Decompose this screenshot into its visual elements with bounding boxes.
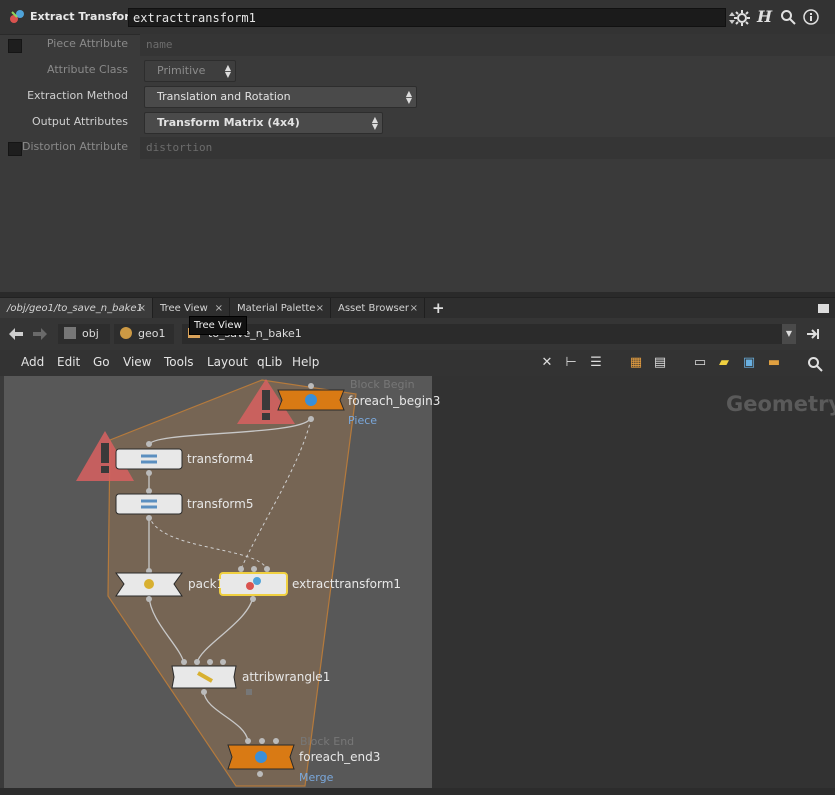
- menu-view[interactable]: View: [123, 355, 151, 369]
- node-sublabel: Merge: [299, 771, 334, 784]
- node-label[interactable]: foreach_end3: [299, 750, 380, 764]
- list-view-icon[interactable]: ☰: [588, 355, 604, 371]
- extraction-method-value: Translation and Rotation: [157, 90, 291, 103]
- node-faded-label: Block Begin: [350, 378, 415, 391]
- attribute-class-dropdown[interactable]: Primitive ▲ ▼: [144, 60, 236, 82]
- bottom-ruler: [0, 788, 835, 795]
- forward-arrow-icon[interactable]: [32, 327, 48, 341]
- obj-context-icon: [64, 327, 76, 339]
- attribute-class-row: Attribute Class Primitive ▲ ▼: [0, 59, 835, 83]
- piece-attribute-label: Piece Attribute: [46, 37, 128, 50]
- tab-network-path[interactable]: /obj/geo1/to_save_n_bake1 ×: [0, 298, 153, 319]
- output-attributes-label: Output Attributes: [31, 115, 128, 128]
- breadcrumb-subnet[interactable]: to_save_n_bake1: [182, 324, 782, 344]
- node-label[interactable]: pack1: [188, 577, 224, 591]
- breadcrumb-geo1[interactable]: geo1: [114, 324, 174, 344]
- piece-attribute-toggle[interactable]: [8, 39, 22, 53]
- menu-edit[interactable]: Edit: [57, 355, 80, 369]
- node-label[interactable]: transform4: [187, 452, 253, 466]
- dropdown-arrows-icon: ▲ ▼: [405, 89, 412, 105]
- node-label[interactable]: transform5: [187, 497, 253, 511]
- menu-go[interactable]: Go: [93, 355, 110, 369]
- breadcrumb-label: geo1: [138, 327, 166, 340]
- info-icon[interactable]: [803, 9, 819, 25]
- houdini-help-icon[interactable]: H: [757, 7, 772, 26]
- tree-layout-icon[interactable]: ⊢: [563, 355, 579, 371]
- output-attributes-dropdown[interactable]: Transform Matrix (4x4) ▲ ▼: [144, 112, 383, 134]
- tab-label: /obj/geo1/to_save_n_bake1: [7, 303, 143, 314]
- search-icon[interactable]: [780, 9, 796, 25]
- color-palette-icon[interactable]: ▦: [628, 355, 644, 371]
- tooltip: Tree View: [189, 316, 247, 335]
- pane-tab-bar: /obj/geo1/to_save_n_bake1 × Tree View × …: [0, 297, 835, 319]
- tab-label: Material Palette: [237, 303, 316, 314]
- node-label[interactable]: extracttransform1: [292, 577, 401, 591]
- close-icon[interactable]: ×: [138, 298, 146, 319]
- menu-add[interactable]: Add: [21, 355, 44, 369]
- tab-label: Tree View: [160, 303, 208, 314]
- asset-icon[interactable]: ▬: [766, 355, 782, 371]
- pin-icon[interactable]: [806, 327, 822, 341]
- node-faded-label: Block End: [300, 735, 355, 748]
- maximize-pane-icon[interactable]: [818, 304, 829, 313]
- menu-tools[interactable]: Tools: [164, 355, 194, 369]
- node-label[interactable]: foreach_begin3: [348, 394, 440, 408]
- path-dropdown-button[interactable]: ▼: [782, 324, 796, 344]
- geo-object-icon: [120, 327, 132, 339]
- close-icon[interactable]: ×: [316, 298, 324, 319]
- attribute-class-value: Primitive: [157, 64, 206, 77]
- background-image-icon[interactable]: ▣: [741, 355, 757, 371]
- node-label[interactable]: attribwrangle1: [242, 670, 330, 684]
- piece-attribute-field[interactable]: name: [140, 34, 835, 56]
- extract-transform-node-icon: [10, 10, 24, 23]
- node-name-input[interactable]: extracttransform1: [128, 8, 726, 27]
- distortion-attribute-label: Distortion Attribute: [22, 140, 128, 153]
- network-menu-bar: Add Edit Go View Tools Layout qLib Help …: [0, 350, 835, 376]
- output-attributes-value: Transform Matrix (4x4): [157, 116, 300, 129]
- node-sublabel: Piece: [348, 414, 378, 427]
- wrench-icon[interactable]: ✕: [539, 355, 555, 371]
- node-type-label: Extract Transform: [30, 10, 142, 23]
- add-tab-button[interactable]: +: [432, 298, 445, 318]
- search-icon[interactable]: [807, 356, 823, 372]
- extraction-method-dropdown[interactable]: Translation and Rotation ▲ ▼: [144, 86, 417, 108]
- extraction-method-row: Extraction Method Translation and Rotati…: [0, 85, 835, 109]
- parameter-header: Extract Transform extracttransform1 H: [0, 0, 835, 35]
- dropdown-arrows-icon: ▲ ▼: [371, 115, 378, 131]
- distortion-attribute-field[interactable]: distortion: [140, 137, 835, 159]
- output-attributes-row: Output Attributes Transform Matrix (4x4)…: [0, 111, 835, 135]
- distortion-attribute-toggle[interactable]: [8, 142, 22, 156]
- back-arrow-icon[interactable]: [8, 327, 24, 341]
- path-bar: obj geo1 to_save_n_bake1 ▼: [0, 318, 835, 351]
- piece-attribute-row: Piece Attribute name: [0, 33, 835, 57]
- extraction-method-label: Extraction Method: [27, 89, 128, 102]
- node-graph: [76, 379, 357, 787]
- tab-asset-browser[interactable]: Asset Browser ×: [331, 298, 425, 319]
- shape-palette-icon[interactable]: ▤: [652, 355, 668, 371]
- attribute-class-label: Attribute Class: [46, 63, 128, 76]
- dropdown-arrows-icon: ▲ ▼: [224, 63, 231, 79]
- distortion-attribute-row: Distortion Attribute distortion: [0, 136, 835, 160]
- menu-qlib[interactable]: qLib: [257, 355, 282, 369]
- network-box-icon[interactable]: ▭: [692, 355, 708, 371]
- menu-help[interactable]: Help: [292, 355, 319, 369]
- breadcrumb-obj[interactable]: obj: [58, 324, 110, 344]
- menu-layout[interactable]: Layout: [207, 355, 248, 369]
- bypass-flag-icon: [246, 689, 252, 695]
- close-icon[interactable]: ×: [410, 298, 418, 319]
- breadcrumb-label: obj: [82, 327, 99, 340]
- tab-label: Asset Browser: [338, 303, 410, 314]
- gear-icon[interactable]: [733, 9, 751, 27]
- sticky-note-icon[interactable]: ▰: [716, 355, 732, 371]
